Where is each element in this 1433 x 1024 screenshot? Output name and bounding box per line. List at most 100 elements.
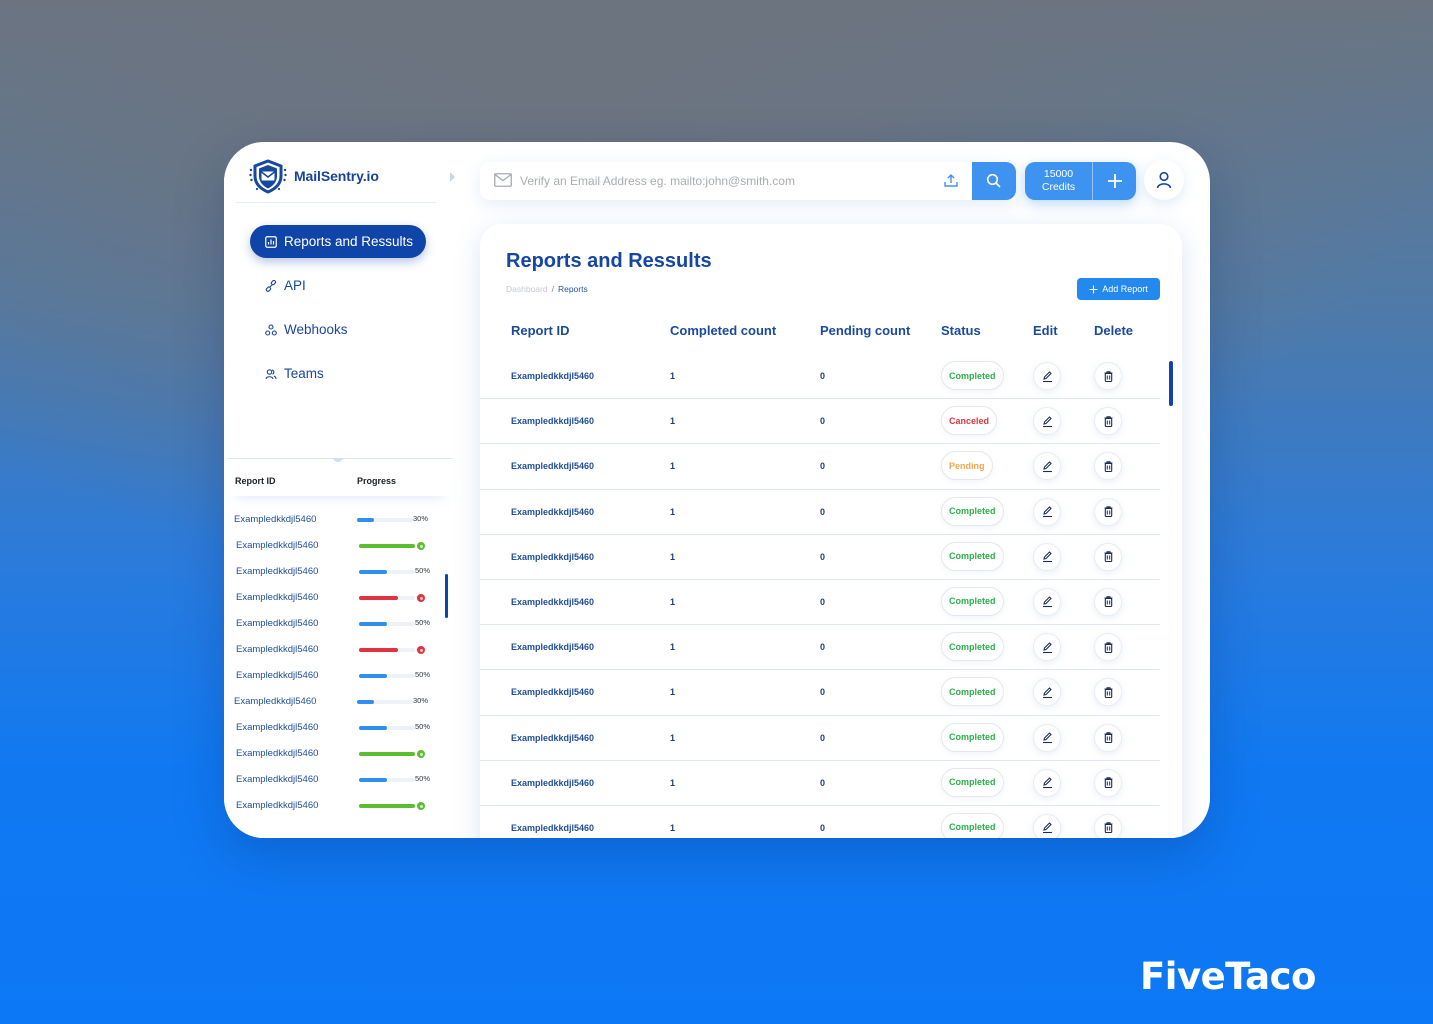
status-badge: Completed [941,722,1004,752]
table-row: Exampledkkdjl5460 1 0 Completed [480,535,1160,580]
sidebar-item-reports[interactable]: Reports and Ressults [250,225,426,258]
progress-report-id[interactable]: Exampledkkdjl5460 [236,748,318,759]
pending-count-cell: 0 [820,371,826,381]
breadcrumb-dashboard[interactable]: Dashboard [506,284,548,294]
delete-button[interactable] [1094,452,1122,481]
progress-bar-fill [359,778,387,782]
report-id-cell[interactable]: Exampledkkdjl5460 [511,597,594,607]
search-button[interactable] [972,162,1016,200]
column-header-completed[interactable]: Completed count [670,323,776,338]
credits-label: Credits [1041,181,1076,193]
edit-button[interactable] [1033,678,1061,707]
table-row: Exampledkkdjl5460 1 0 Completed [480,806,1160,838]
progress-report-id[interactable]: Exampledkkdjl5460 [236,800,318,811]
progress-report-id[interactable]: Exampledkkdjl5460 [236,566,318,577]
collapse-sidebar-icon[interactable] [450,172,455,182]
edit-button[interactable] [1033,497,1061,526]
progress-bar [357,518,413,522]
edit-button[interactable] [1033,452,1061,481]
progress-percent: 50% [415,722,431,731]
progress-row[interactable]: Exampledkkdjl5460 30% [228,690,452,716]
delete-button[interactable] [1094,587,1122,616]
add-credits-button[interactable] [1093,162,1136,200]
progress-report-id[interactable]: Exampledkkdjl5460 [236,592,318,603]
user-profile-button[interactable] [1144,160,1184,200]
delete-button[interactable] [1094,813,1122,838]
report-id-cell[interactable]: Exampledkkdjl5460 [511,552,594,562]
progress-bar [359,778,415,782]
delete-button[interactable] [1094,362,1122,390]
progress-report-id[interactable]: Exampledkkdjl5460 [236,540,318,551]
table-scrollbar[interactable] [1169,361,1173,406]
edit-button[interactable] [1033,633,1061,662]
progress-row[interactable]: Exampledkkdjl5460 50% [228,664,452,690]
progress-row[interactable]: Exampledkkdjl5460 50% [228,612,452,638]
progress-report-id[interactable]: Exampledkkdjl5460 [236,644,318,655]
column-header-pending[interactable]: Pending count [820,323,910,338]
report-id-cell[interactable]: Exampledkkdjl5460 [511,823,594,833]
status-badge: Completed [941,541,1004,571]
delete-button[interactable] [1094,542,1122,571]
report-id-cell[interactable]: Exampledkkdjl5460 [511,778,594,788]
edit-button[interactable] [1033,542,1061,571]
progress-row[interactable]: Exampledkkdjl5460 50% [228,716,452,742]
progress-row[interactable]: Exampledkkdjl5460 [228,534,452,560]
progress-report-id[interactable]: Exampledkkdjl5460 [236,670,318,681]
edit-icon [1042,822,1052,834]
delete-button[interactable] [1094,407,1122,436]
delete-button[interactable] [1094,678,1122,707]
check-circle-icon [417,802,425,810]
progress-report-id[interactable]: Exampledkkdjl5460 [236,722,318,733]
add-report-button[interactable]: Add Report [1077,278,1160,300]
delete-button[interactable] [1094,497,1122,526]
progress-bar [359,726,415,730]
progress-row[interactable]: Exampledkkdjl5460 50% [228,768,452,794]
report-id-cell[interactable]: Exampledkkdjl5460 [511,416,594,426]
edit-button[interactable] [1033,587,1061,616]
delete-button[interactable] [1094,768,1122,797]
progress-report-id[interactable]: Exampledkkdjl5460 [234,696,316,707]
delete-button[interactable] [1094,633,1122,662]
column-header-status[interactable]: Status [941,323,981,338]
report-id-cell[interactable]: Exampledkkdjl5460 [511,507,594,517]
progress-bar [359,674,415,678]
status-badge: Completed [941,496,1004,526]
report-id-cell[interactable]: Exampledkkdjl5460 [511,461,594,471]
report-id-cell[interactable]: Exampledkkdjl5460 [511,642,594,652]
progress-bar [359,752,415,756]
progress-report-id[interactable]: Exampledkkdjl5460 [236,618,318,629]
edit-button[interactable] [1033,813,1061,838]
edit-button[interactable] [1033,407,1061,436]
email-verify-input[interactable] [520,170,940,192]
delete-button[interactable] [1094,723,1122,752]
edit-button[interactable] [1033,362,1061,390]
progress-row[interactable]: Exampledkkdjl5460 [228,638,452,664]
column-header-edit: Edit [1033,323,1058,338]
sidebar-item-webhooks[interactable]: Webhooks [250,313,426,346]
brand[interactable]: MailSentry.io [248,158,379,194]
trash-icon [1104,415,1112,427]
progress-report-id[interactable]: Exampledkkdjl5460 [236,774,318,785]
reports-table-body: Exampledkkdjl5460 1 0 Completed Exampledkkdj… [480,354,1160,838]
upload-icon[interactable] [942,172,960,190]
progress-row[interactable]: Exampledkkdjl5460 50% [228,560,452,586]
progress-row[interactable]: Exampledkkdjl5460 [228,794,452,820]
progress-row[interactable]: Exampledkkdjl5460 30% [228,508,452,534]
progress-row[interactable]: Exampledkkdjl5460 [228,586,452,612]
completed-count-cell: 1 [670,416,676,427]
sidebar-item-teams[interactable]: Teams [250,357,426,390]
report-id-cell[interactable]: Exampledkkdjl5460 [511,371,594,381]
progress-report-id[interactable]: Exampledkkdjl5460 [234,514,316,525]
edit-icon [1042,687,1052,698]
edit-button[interactable] [1033,768,1061,797]
progress-row[interactable]: Exampledkkdjl5460 [228,742,452,768]
progress-scrollbar[interactable] [445,574,448,618]
report-id-cell[interactable]: Exampledkkdjl5460 [511,687,594,697]
report-id-cell[interactable]: Exampledkkdjl5460 [511,733,594,743]
column-header-report-id[interactable]: Report ID [511,323,570,338]
edit-icon [1042,732,1052,744]
sidebar-item-api[interactable]: API [250,269,426,302]
edit-button[interactable] [1033,723,1061,752]
credits-button[interactable]: 15000 Credits [1025,162,1092,200]
webhook-icon [265,323,277,336]
